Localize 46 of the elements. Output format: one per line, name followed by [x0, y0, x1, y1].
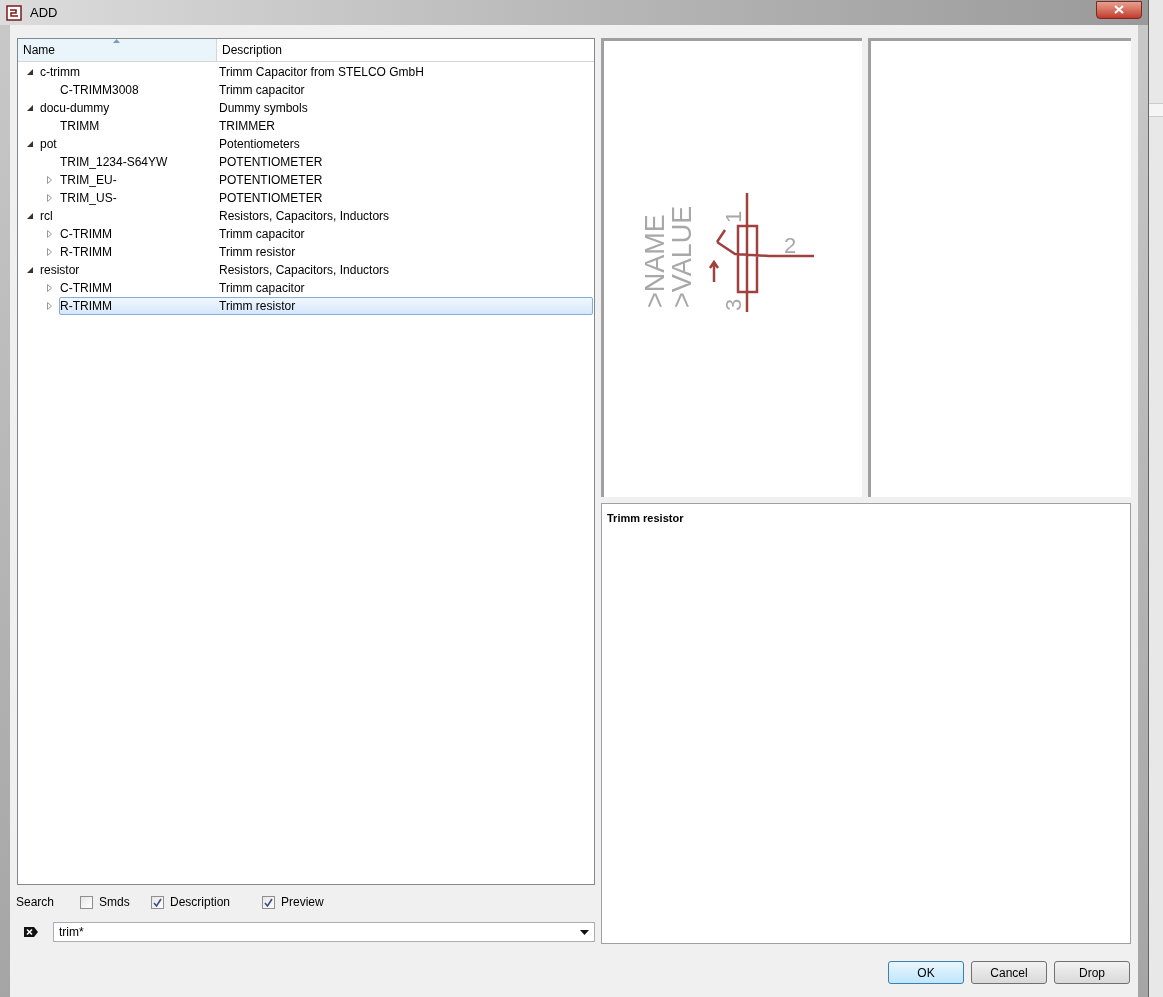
tree-row[interactable]: rcl Resistors, Capacitors, Inductors	[39, 207, 593, 225]
tree-row[interactable]: pot Potentiometers	[39, 135, 593, 153]
close-icon	[1114, 5, 1124, 14]
collapsed-triangle-icon[interactable]	[47, 302, 52, 310]
collapsed-triangle-icon[interactable]	[47, 230, 52, 238]
trim-resistor-symbol-drawing: >NAME >VALUE 1 2 3	[624, 178, 814, 318]
dialog-button[interactable]: Drop	[1054, 961, 1130, 984]
tree-row[interactable]: C-TRIMM3008 Trimm capacitor	[59, 81, 593, 99]
collapsed-triangle-icon[interactable]	[47, 194, 52, 202]
tree-row[interactable]: R-TRIMM Trimm resistor	[59, 297, 593, 315]
description-text: Trimm resistor	[607, 512, 684, 524]
close-button[interactable]	[1096, 0, 1142, 19]
app-icon	[6, 4, 22, 21]
tree-row[interactable]: TRIM_US- POTENTIOMETER	[59, 189, 593, 207]
tree-row[interactable]: resistor Resistors, Capacitors, Inductors	[39, 261, 593, 279]
collapsed-triangle-icon[interactable]	[47, 176, 52, 184]
checkbox-label: Smds	[99, 894, 130, 912]
tree-row[interactable]: TRIM_1234-S64YW POTENTIOMETER	[59, 153, 593, 171]
tree-row[interactable]: C-TRIMM Trimm capacitor	[59, 225, 593, 243]
tree-row[interactable]: R-TRIMM Trimm resistor	[59, 243, 593, 261]
checkbox[interactable]	[262, 895, 275, 909]
dialog-button[interactable]: Cancel	[971, 961, 1047, 984]
tree-row[interactable]: c-trimm Trimm Capacitor from STELCO GmbH	[39, 63, 593, 81]
tree-row[interactable]: docu-dummy Dummy symbols	[39, 99, 593, 117]
checkbox-label: Preview	[281, 894, 324, 912]
tree-row[interactable]: TRIMM TRIMMER	[59, 117, 593, 135]
clear-search-icon[interactable]	[23, 926, 39, 939]
expanded-triangle-icon[interactable]	[26, 69, 33, 75]
dropdown-caret-icon	[580, 929, 589, 935]
search-label: Search	[16, 894, 56, 912]
expanded-triangle-icon[interactable]	[26, 267, 33, 273]
collapsed-triangle-icon[interactable]	[47, 248, 52, 256]
checkbox[interactable]	[151, 895, 164, 909]
window-title: ADD	[30, 3, 58, 22]
tree-row[interactable]: TRIM_EU- POTENTIOMETER	[59, 171, 593, 189]
column-header[interactable]: Name	[18, 39, 217, 61]
tree-row[interactable]: C-TRIMM Trimm capacitor	[59, 279, 593, 297]
checkbox-label: Description	[170, 894, 231, 912]
collapsed-triangle-icon[interactable]	[47, 284, 52, 292]
expanded-triangle-icon[interactable]	[26, 141, 33, 147]
expanded-triangle-icon[interactable]	[26, 213, 33, 219]
search-combo[interactable]: trim*	[53, 922, 595, 943]
expanded-triangle-icon[interactable]	[26, 105, 33, 111]
checkbox[interactable]	[80, 895, 93, 909]
sort-arrow-icon	[113, 39, 120, 43]
dialog-button[interactable]: OK	[888, 961, 964, 984]
